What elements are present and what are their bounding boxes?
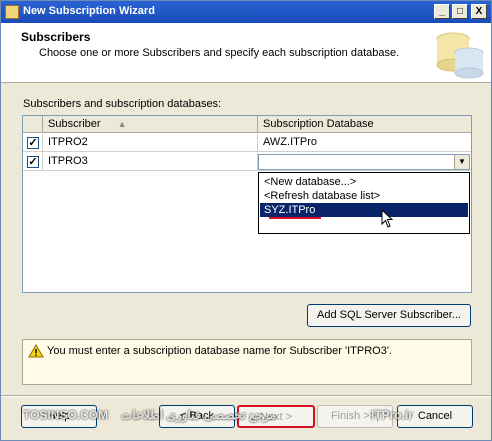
dropdown-option-new-database[interactable]: <New database...> — [260, 175, 468, 189]
subscribers-grid[interactable]: Subscriber ▲ Subscription Database ✓ ITP… — [22, 115, 472, 293]
database-cell[interactable]: AWZ.ITPro — [258, 134, 471, 152]
wizard-window: New Subscription Wizard _ □ X Subscriber… — [0, 0, 492, 441]
footer-divider — [1, 395, 491, 397]
mouse-pointer-icon — [381, 209, 394, 228]
header-checkbox-column — [23, 116, 43, 133]
row-checkbox-cell: ✓ — [23, 134, 43, 152]
column-label: Subscriber — [48, 118, 101, 130]
close-button[interactable]: X — [471, 4, 487, 19]
app-icon — [5, 5, 19, 19]
table-row[interactable]: ✓ ITPRO2 AWZ.ITPro — [23, 134, 471, 152]
minimize-button[interactable]: _ — [434, 4, 450, 19]
next-button[interactable]: Next > — [237, 405, 315, 428]
warning-icon — [28, 344, 44, 358]
sort-ascending-icon: ▲ — [117, 119, 127, 129]
wizard-header: Subscribers Choose one or more Subscribe… — [1, 23, 491, 83]
finish-button[interactable]: Finish >>| — [317, 405, 393, 428]
grid-header: Subscriber ▲ Subscription Database — [23, 116, 471, 133]
chevron-down-icon[interactable]: ▼ — [454, 155, 469, 169]
dropdown-option-refresh-list[interactable]: <Refresh database list> — [260, 189, 468, 203]
red-underline-annotation — [269, 217, 321, 219]
dropdown-option-syz-itpro[interactable]: SYZ.ITPro — [260, 203, 468, 217]
page-description: Choose one or more Subscribers and speci… — [39, 47, 400, 59]
database-combobox[interactable]: ▼ — [258, 154, 470, 170]
row-checkbox-cell: ✓ — [23, 153, 43, 171]
validation-message-text: You must enter a subscription database n… — [47, 345, 392, 357]
subscriber-checkbox[interactable]: ✓ — [27, 137, 39, 149]
table-row[interactable]: ✓ ITPRO3 ▼ — [23, 153, 471, 171]
database-icon — [436, 32, 484, 79]
cancel-button[interactable]: Cancel — [397, 405, 473, 428]
column-header-subscriber[interactable]: Subscriber ▲ — [43, 116, 258, 133]
title-bar[interactable]: New Subscription Wizard _ □ X — [1, 1, 491, 23]
window-title: New Subscription Wizard — [23, 5, 155, 17]
subscriber-cell: ITPRO3 — [43, 153, 258, 171]
back-button[interactable]: < Back — [159, 405, 235, 428]
page-title: Subscribers — [21, 30, 91, 44]
subscriber-checkbox[interactable]: ✓ — [27, 156, 39, 168]
maximize-button[interactable]: □ — [452, 4, 468, 19]
database-dropdown-list[interactable]: <New database...> <Refresh database list… — [258, 172, 470, 234]
column-header-subscription-database[interactable]: Subscription Database — [258, 116, 471, 133]
add-sql-server-subscriber-button[interactable]: Add SQL Server Subscriber... — [307, 304, 471, 327]
subscriber-cell: ITPRO2 — [43, 134, 258, 152]
grid-label: Subscribers and subscription databases: — [23, 98, 222, 110]
help-button[interactable]: Help — [21, 405, 97, 428]
validation-message: You must enter a subscription database n… — [22, 339, 472, 385]
